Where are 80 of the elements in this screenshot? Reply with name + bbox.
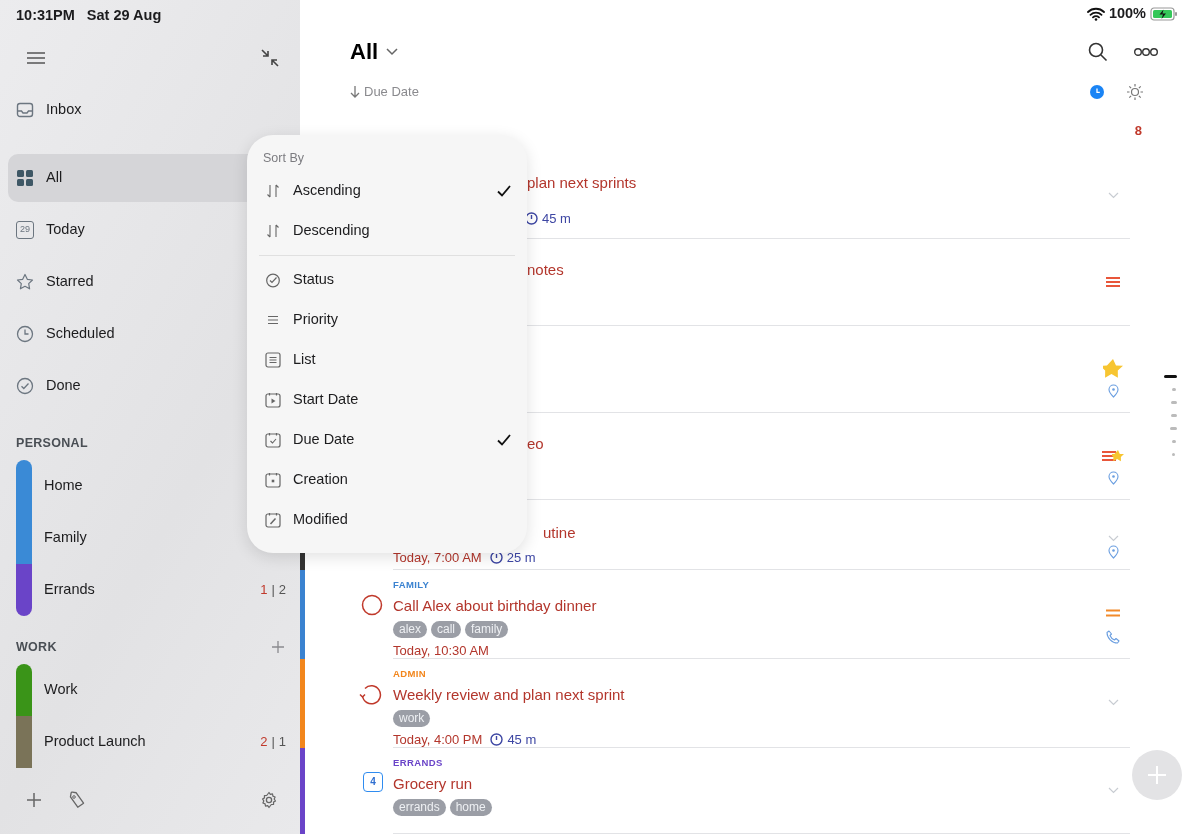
list-label: FAMILY — [393, 578, 431, 593]
phone-icon — [1106, 630, 1120, 645]
sort-option[interactable]: Due Date — [247, 420, 527, 460]
menu-icon[interactable] — [26, 51, 46, 65]
tag-icon[interactable] — [68, 791, 86, 809]
overdue-count: 1 — [260, 581, 268, 600]
task-title[interactable]: plan next sprints — [527, 172, 637, 195]
status-date: Sat 29 Aug — [86, 6, 162, 26]
clock-badge-icon[interactable] — [1090, 85, 1104, 100]
duration: 45 m — [542, 209, 571, 228]
battery-charging-icon — [1150, 7, 1178, 22]
project-entry[interactable]: Product Launch 2 | 1 — [0, 716, 300, 768]
repeat-circle-icon[interactable] — [359, 683, 383, 706]
priority-icon — [1106, 609, 1120, 618]
status-check-icon — [265, 272, 281, 288]
sun-icon[interactable] — [1126, 83, 1144, 102]
task-count: 1 — [278, 733, 286, 752]
section-count: 8 — [1134, 122, 1142, 140]
task-count: 2 — [278, 581, 286, 600]
task-title[interactable]: utine — [543, 522, 576, 545]
sort-order-icon — [265, 183, 281, 199]
task-title[interactable]: Weekly review and plan next sprint — [393, 684, 625, 707]
circle-checkbox-icon[interactable] — [361, 594, 383, 617]
add-icon[interactable] — [272, 641, 284, 653]
grid-icon — [16, 169, 34, 187]
sort-option[interactable]: Modified — [247, 500, 527, 540]
collapse-icon[interactable] — [260, 48, 280, 68]
calendar-icon: 29 — [16, 221, 34, 239]
list-label: ERRANDS — [393, 756, 444, 770]
location-pin-icon — [1107, 545, 1119, 560]
scroll-index-drawing[interactable] — [1164, 375, 1178, 457]
priority-icon — [1102, 450, 1116, 463]
project-entry[interactable]: Work — [0, 664, 300, 716]
calendar-edit-icon — [265, 512, 281, 528]
task-title[interactable]: eo — [527, 433, 544, 456]
calendar-play-icon — [265, 392, 281, 408]
settings-icon[interactable] — [260, 791, 278, 809]
task-title[interactable]: Call Alex about birthday dinner — [393, 595, 597, 618]
duration: 45 m — [507, 730, 537, 749]
project-entry[interactable]: Errands 1 | 2 — [0, 564, 300, 616]
location-pin-icon — [1107, 384, 1119, 399]
timer-icon — [490, 733, 504, 747]
duration: 25 m — [506, 548, 536, 567]
clock-icon — [16, 325, 34, 343]
priority-icon — [1106, 276, 1120, 289]
star-icon — [1103, 359, 1123, 380]
section-heading: WORK — [16, 638, 57, 656]
battery-percent: 100% — [1108, 4, 1146, 24]
calendar-date-icon[interactable]: 4 — [363, 772, 383, 792]
inbox-icon — [16, 101, 34, 119]
location-pin-icon — [1107, 471, 1119, 486]
sort-option[interactable]: Descending — [247, 211, 527, 251]
list-icon — [265, 352, 281, 368]
section-heading: PERSONAL — [16, 434, 88, 452]
more-icon[interactable] — [1134, 46, 1158, 57]
sort-button[interactable]: Due Date — [350, 82, 419, 102]
status-time: 10:31PM — [16, 6, 75, 26]
task-title[interactable]: notes — [527, 259, 564, 282]
sort-order-icon — [265, 223, 281, 239]
chevron-down-icon — [386, 47, 399, 56]
check-circle-icon — [16, 377, 34, 395]
due-date: Today, 10:30 AM — [393, 642, 489, 660]
calendar-check-icon — [265, 432, 281, 448]
star-icon — [1112, 450, 1124, 463]
list-title-dropdown[interactable]: All — [350, 35, 399, 69]
task-title[interactable]: Grocery run — [393, 773, 473, 796]
due-date: Today, 4:00 PM — [393, 730, 483, 749]
count-separator: | — [271, 733, 275, 752]
count-separator: | — [271, 581, 275, 600]
overdue-count: 2 — [260, 733, 268, 752]
add-icon[interactable] — [26, 792, 42, 808]
sort-option[interactable]: Creation — [247, 460, 527, 500]
due-date: Today, 7:00 AM — [393, 548, 482, 567]
search-icon[interactable] — [1088, 41, 1108, 62]
list-label: ADMIN — [393, 667, 428, 682]
wifi-icon — [1086, 7, 1105, 22]
sidebar-item[interactable]: Inbox — [8, 86, 292, 134]
arrow-down-icon — [350, 86, 360, 99]
star-icon — [16, 273, 34, 291]
add-icon — [1147, 765, 1167, 785]
